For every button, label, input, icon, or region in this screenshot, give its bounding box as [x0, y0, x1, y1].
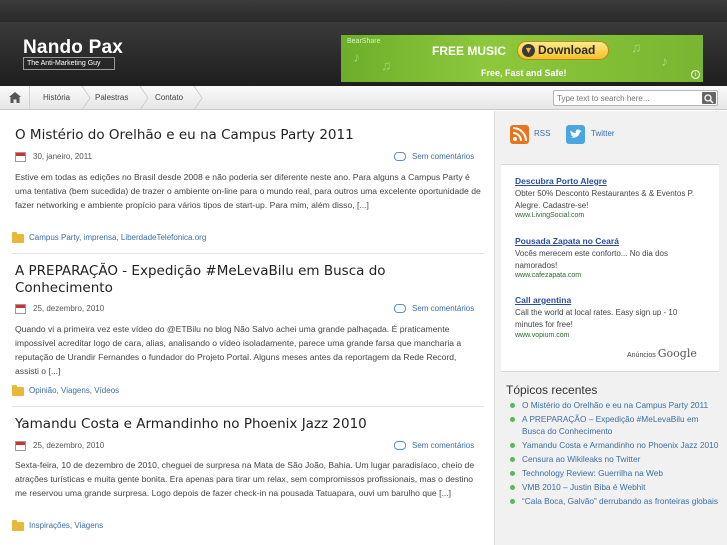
- recent-post-link[interactable]: Censura ao Wikileaks no Twitter: [509, 454, 719, 466]
- ads-by-google[interactable]: Anúncios Google: [627, 347, 697, 360]
- banner-download-label: Download: [538, 43, 596, 57]
- ad-url[interactable]: www.vopium.com: [515, 332, 569, 339]
- recent-post-link[interactable]: Yamandu Costa e Armandinho no Phoenix Ja…: [509, 440, 719, 452]
- download-arrow-icon: ▼: [522, 44, 535, 57]
- ads-by-label: Anúncios: [627, 352, 656, 359]
- recent-post-link[interactable]: O Mistério do Orelhão e eu na Campus Par…: [509, 400, 719, 412]
- post-date-text: 25, dezembro, 2010: [33, 441, 105, 450]
- comment-bubble-icon: [394, 441, 406, 450]
- ad-title[interactable]: Descubra Porto Alegre: [515, 176, 607, 186]
- rss-link[interactable]: RSS: [534, 129, 550, 138]
- ad-info-icon[interactable]: i: [691, 70, 700, 79]
- recent-post-link[interactable]: “Cala Boca, Galvão” derrubando as fronte…: [509, 496, 719, 508]
- top-strip: [0, 0, 727, 22]
- nav-separator: [139, 86, 149, 110]
- search-button[interactable]: [702, 92, 716, 104]
- post-date-text: 30, janeiro, 2011: [33, 152, 93, 161]
- ad-text: Call the world at local rates. Easy sign…: [515, 308, 678, 329]
- folder-icon: [12, 520, 24, 531]
- post-excerpt: Estive em todas as edições no Brasil des…: [15, 172, 481, 210]
- banner-ad[interactable]: ♪ ♫ ♫ ♪ BearShare FREE MUSIC ▼ Download …: [341, 35, 703, 82]
- ad-title[interactable]: Pousada Zapata no Ceará: [515, 236, 619, 246]
- nav-item-contato[interactable]: Contato: [155, 86, 183, 110]
- search-icon: [704, 94, 714, 104]
- ad-text: Vocês merecem este conforto... No dia do…: [515, 249, 668, 270]
- rss-glyph-icon: [512, 127, 527, 142]
- nav-item-palestras[interactable]: Palestras: [95, 86, 128, 110]
- music-note-icon: ♫: [631, 39, 642, 55]
- post-comments-label: Sem comentários: [412, 304, 475, 313]
- recent-post-link[interactable]: A PREPARAÇÃO – Expedição #MeLevaBilu em …: [509, 414, 719, 437]
- banner-subtitle: Free, Fast and Safe!: [481, 68, 567, 78]
- google-logo: Google: [657, 347, 697, 360]
- calendar-icon: [15, 152, 26, 162]
- ad-url[interactable]: www.LivingSocial.com: [515, 212, 584, 219]
- recent-posts-list: O Mistério do Orelhão e eu na Campus Par…: [509, 400, 719, 510]
- post-categories-links[interactable]: Campus Party, imprensa, LiberdadeTelefon…: [29, 233, 206, 242]
- ad-url[interactable]: www.cafezapata.com: [515, 272, 581, 279]
- calendar-icon: [15, 441, 26, 451]
- post-divider: [12, 253, 484, 254]
- banner-download-button[interactable]: ▼ Download: [517, 41, 609, 60]
- comment-bubble-icon: [394, 152, 406, 161]
- post-date-text: 25, dezembro, 2010: [33, 304, 105, 313]
- post-comments-label: Sem comentários: [412, 441, 475, 450]
- post-title[interactable]: O Mistério do Orelhão e eu na Campus Par…: [15, 127, 480, 144]
- twitter-bird-icon: [570, 129, 582, 138]
- nav-separator: [193, 86, 203, 110]
- music-note-icon: ♫: [381, 57, 392, 73]
- search-box: [553, 90, 718, 106]
- recent-post-link[interactable]: Technology Review: Guerrilha na Web: [509, 468, 719, 480]
- banner-brand: BearShare: [347, 38, 381, 45]
- site-tagline: The Anti-Marketing Guy: [23, 57, 115, 70]
- post-divider: [12, 406, 484, 407]
- folder-icon: [12, 232, 24, 243]
- twitter-icon[interactable]: [566, 125, 585, 144]
- home-icon: [9, 92, 21, 103]
- nav-item-historia[interactable]: História: [43, 86, 70, 110]
- post-excerpt: Quando vi a primeira vez este vídeo do @…: [15, 324, 462, 376]
- rss-icon[interactable]: [510, 125, 529, 144]
- post-categories-links[interactable]: Opinião, Viagens, Vídeos: [29, 386, 119, 395]
- comment-bubble-icon: [394, 304, 406, 313]
- post-title[interactable]: Yamandu Costa e Armandinho no Phoenix Ja…: [15, 416, 480, 433]
- post-categories-links[interactable]: Inspirações, Viagens: [29, 521, 103, 530]
- calendar-icon: [15, 304, 26, 314]
- post-excerpt: Sexta-feira, 10 de dezembro de 2010, che…: [15, 460, 475, 498]
- music-note-icon: ♪: [353, 49, 360, 65]
- nav-home[interactable]: [0, 86, 30, 110]
- folder-icon: [12, 385, 24, 396]
- site-title[interactable]: Nando Pax: [23, 37, 123, 59]
- post-title[interactable]: A PREPARAÇÃO - Expedição #MeLevaBilu em …: [15, 263, 480, 297]
- search-input[interactable]: [557, 92, 697, 104]
- twitter-link[interactable]: Twitter: [591, 129, 615, 138]
- recent-posts-heading: Tópicos recentes: [506, 383, 598, 397]
- music-note-icon: ♪: [661, 53, 668, 69]
- ad-title[interactable]: Call argentina: [515, 295, 571, 305]
- recent-post-link[interactable]: VMB 2010 – Justin Biba é Webhit: [509, 482, 719, 494]
- ad-text: Obter 50% Desconto Restaurantes & & Even…: [515, 189, 695, 210]
- nav-separator: [81, 86, 91, 110]
- post-comments-label: Sem comentários: [412, 152, 475, 161]
- banner-headline: FREE MUSIC: [432, 44, 507, 58]
